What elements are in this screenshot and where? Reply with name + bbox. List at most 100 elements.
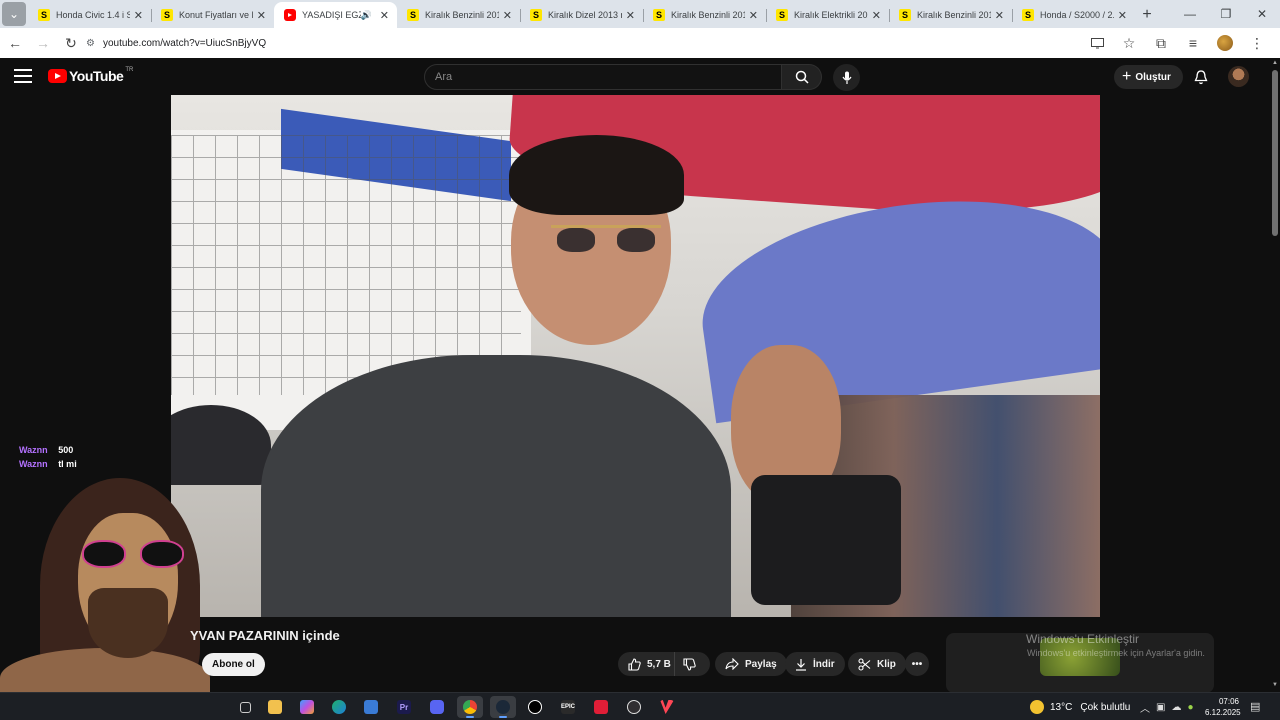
tray-status-icon[interactable]: ● (1187, 702, 1193, 713)
system-tray: ︿ ▣ ☁ ● (1140, 700, 1200, 715)
browser-tab[interactable]: S Konut Fiyatları ve Em ✕ (151, 2, 274, 28)
youtube-logo[interactable]: YouTube TR (48, 67, 134, 84)
close-icon[interactable]: ✕ (749, 9, 758, 22)
windows-activation-subtext: Windows'u etkinleştirmek için Ayarlar'a … (1027, 648, 1205, 658)
gx-icon[interactable] (522, 696, 548, 718)
browser-tab[interactable]: S Kiralık Dizel 2013 mo ✕ (520, 2, 643, 28)
steam-icon[interactable] (490, 696, 516, 718)
youtube-icon (284, 9, 296, 21)
chrome-profile-avatar[interactable] (1210, 30, 1240, 56)
clip-button[interactable]: Klip (848, 652, 906, 676)
browser-tab[interactable]: S Honda Civic 1.4 i S Fi ✕ (28, 2, 151, 28)
scroll-up-arrow-icon[interactable]: ▲ (1271, 60, 1279, 68)
s-icon: S (899, 9, 911, 21)
chat-username: Waznn (19, 445, 48, 455)
clock-date: 6.12.2025 (1205, 708, 1241, 717)
close-icon[interactable]: ✕ (257, 9, 266, 22)
site-info-icon[interactable]: ⚙ (86, 38, 95, 49)
close-icon[interactable]: ✕ (626, 9, 635, 22)
windows-taskbar: Pr EPIC 13°C Çok bulutlu ︿ ▣ ☁ ● 07:06 6… (0, 692, 1280, 720)
tab-search-icon[interactable]: ⌄ (2, 2, 26, 26)
bookmark-star-icon[interactable]: ☆ (1114, 30, 1144, 56)
share-label: Paylaş (745, 658, 777, 670)
user-avatar[interactable] (1228, 66, 1249, 87)
chrome-icon[interactable] (457, 696, 483, 718)
weather-widget[interactable]: 13°C Çok bulutlu (1030, 700, 1130, 714)
close-icon[interactable]: ✕ (134, 9, 143, 22)
epic-games-icon[interactable]: EPIC (555, 696, 581, 718)
voice-search-button[interactable] (833, 64, 860, 91)
close-icon[interactable]: ✕ (503, 9, 512, 22)
tray-overflow-chevron-icon[interactable]: ︿ (1140, 700, 1150, 715)
share-button[interactable]: Paylaş (715, 652, 787, 676)
file-explorer-icon[interactable] (262, 696, 288, 718)
scissors-icon (858, 657, 871, 671)
notification-center-icon[interactable]: ▤ (1250, 700, 1264, 714)
browser-tab[interactable]: S Kiralık Benzinli 2016 ✕ (889, 2, 1012, 28)
url-text: youtube.com/watch?v=UiucSnBjyVQ (102, 37, 267, 49)
edge-browser-icon[interactable] (326, 696, 352, 718)
extensions-icon[interactable]: ⧉ (1146, 30, 1176, 56)
video-player[interactable] (171, 95, 1100, 617)
system-clock[interactable]: 07:06 6.12.2025 (1205, 696, 1241, 718)
copilot-icon[interactable] (294, 696, 320, 718)
tray-app-icon[interactable]: ▣ (1156, 702, 1165, 713)
more-actions-button[interactable]: ••• (905, 652, 929, 676)
tab-title: Konut Fiyatları ve Em (179, 10, 253, 20)
tab-title: Honda / S2000 / 2.0 (1040, 10, 1114, 20)
speaker-icon[interactable]: 🔊 (361, 10, 372, 21)
close-icon[interactable]: ✕ (1118, 9, 1127, 22)
create-button[interactable]: + Oluştur (1114, 65, 1183, 89)
search-input[interactable]: Ara (424, 64, 782, 90)
youtube-masthead: YouTube TR Ara + Oluştur (0, 58, 1270, 95)
close-window-icon[interactable]: ✕ (1244, 0, 1280, 28)
hamburger-menu-icon[interactable] (14, 69, 32, 83)
discord-icon[interactable] (424, 696, 450, 718)
search-button[interactable] (782, 64, 822, 90)
address-bar[interactable]: ⚙ youtube.com/watch?v=UiucSnBjyVQ (78, 32, 1098, 54)
valorant-icon[interactable] (654, 696, 680, 718)
kebab-menu-icon[interactable]: ⋮ (1242, 30, 1272, 56)
forward-arrow-icon[interactable]: → (30, 30, 56, 56)
browser-tab-active[interactable]: YASADIŞI EGZOTİ 🔊 ✕ (274, 2, 397, 28)
like-button[interactable]: 5,7 B (618, 652, 681, 676)
browser-tab[interactable]: S Kiralık Elektrikli 2025 ✕ (766, 2, 889, 28)
dislike-button[interactable] (674, 652, 710, 676)
tab-title: Kiralık Elektrikli 2025 (794, 10, 868, 20)
s-icon: S (407, 9, 419, 21)
browser-tab[interactable]: S Kiralık Benzinli 2013 i ✕ (397, 2, 520, 28)
weather-condition: Çok bulutlu (1080, 701, 1131, 713)
page-scrollbar[interactable]: ▲ ▼ (1270, 58, 1280, 692)
browser-tab[interactable]: S Kiralık Benzinli 2013 ✕ (643, 2, 766, 28)
premiere-pro-icon[interactable]: Pr (391, 696, 417, 718)
restore-icon[interactable]: ❐ (1208, 0, 1244, 28)
cast-icon[interactable] (1082, 30, 1112, 56)
new-tab-button[interactable]: + (1135, 2, 1159, 28)
browser-tab[interactable]: S Honda / S2000 / 2.0 ✕ (1012, 2, 1135, 28)
video-frame-sunglasses (551, 225, 661, 253)
back-arrow-icon[interactable]: ← (2, 30, 28, 56)
close-icon[interactable]: ✕ (995, 9, 1004, 22)
minimize-icon[interactable]: — (1172, 0, 1208, 28)
scrollbar-thumb[interactable] (1272, 70, 1278, 236)
task-view-icon[interactable] (232, 696, 258, 718)
microsoft-store-icon[interactable] (358, 696, 384, 718)
notifications-bell-icon[interactable] (1190, 66, 1212, 88)
chat-text: tl mi (58, 459, 77, 469)
close-icon[interactable]: ✕ (380, 9, 389, 22)
clock-time: 07:06 (1218, 697, 1239, 706)
download-button[interactable]: İndir (785, 652, 845, 676)
close-icon[interactable]: ✕ (872, 9, 881, 22)
s-icon: S (776, 9, 788, 21)
obs-icon[interactable] (621, 696, 647, 718)
scroll-down-arrow-icon[interactable]: ▼ (1271, 682, 1279, 690)
subscribe-button[interactable]: Abone ol (202, 653, 265, 676)
media-controls-icon[interactable]: ≡ (1178, 30, 1208, 56)
windows-activation-watermark: Windows'u Etkinleştir (1026, 632, 1139, 646)
country-code: TR (125, 67, 134, 73)
onedrive-cloud-icon[interactable]: ☁ (1171, 702, 1181, 713)
tab-title: Kiralık Benzinli 2016 (917, 10, 991, 20)
weather-temperature: 13°C (1050, 701, 1073, 713)
red-app-icon[interactable] (588, 696, 614, 718)
avatar-sunglasses (82, 540, 190, 568)
